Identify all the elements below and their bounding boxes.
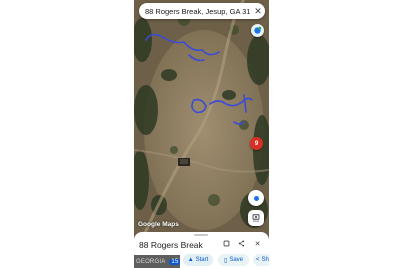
- watermark-overlay: GEORGIA 15: [134, 255, 181, 268]
- phone-screen: 88 Rogers Break, Jesup, GA 31... ✕ 9 Ict…: [134, 0, 269, 268]
- streetview-button[interactable]: Ictos: [248, 210, 264, 226]
- start-label: Start: [195, 257, 209, 263]
- close-icon[interactable]: ✕: [251, 6, 265, 17]
- search-query[interactable]: 88 Rogers Break, Jesup, GA 31...: [139, 7, 251, 16]
- navigation-arrow-icon: ▲: [187, 257, 194, 263]
- close-sheet-icon[interactable]: ✕: [253, 240, 262, 249]
- layers-button[interactable]: [251, 24, 264, 37]
- google-maps-attribution: Google Maps: [138, 221, 179, 228]
- search-bar[interactable]: 88 Rogers Break, Jesup, GA 31... ✕: [139, 3, 265, 19]
- my-location-icon: [253, 195, 259, 201]
- pin-count: 9: [254, 140, 259, 147]
- save-square-icon[interactable]: [222, 240, 231, 249]
- share-icon[interactable]: [237, 240, 246, 249]
- sheet-drag-handle[interactable]: [194, 234, 208, 236]
- my-location-button[interactable]: [248, 190, 264, 206]
- layers-icon: [254, 26, 262, 34]
- watermark-suffix: 15: [169, 258, 181, 265]
- place-title: 88 Rogers Break: [139, 240, 203, 250]
- share-button[interactable]: < Sh: [253, 254, 269, 266]
- bookmark-icon: ▯: [224, 257, 228, 264]
- streetview-label: Ictos: [252, 218, 260, 223]
- share-chip-icon: <: [256, 257, 260, 263]
- save-button[interactable]: ▯ Save: [218, 254, 249, 266]
- save-label: Save: [229, 257, 243, 263]
- start-button[interactable]: ▲ Start: [183, 254, 213, 266]
- share-label: Sh: [261, 257, 269, 263]
- location-pin[interactable]: 9: [250, 137, 263, 150]
- watermark-text: GEORGIA: [136, 258, 166, 265]
